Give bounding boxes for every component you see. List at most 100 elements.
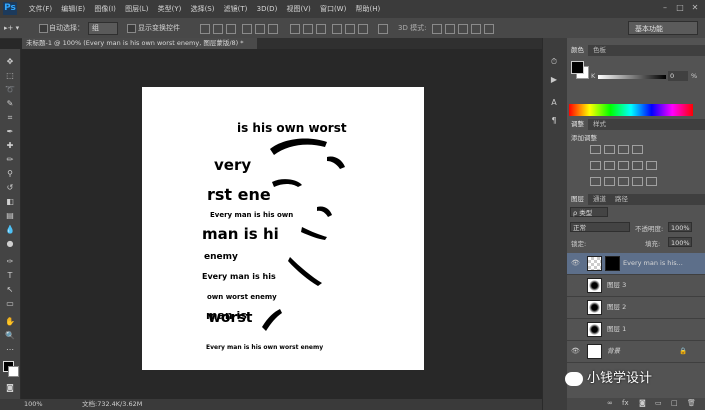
3d-slide-icon[interactable] (471, 24, 481, 34)
brightness-contrast-icon[interactable] (590, 145, 601, 154)
zoom-level[interactable]: 100% (24, 399, 43, 410)
curves-icon[interactable] (618, 145, 629, 154)
gradient-map-icon[interactable] (632, 177, 643, 186)
tab-channels[interactable]: 通道 (589, 194, 610, 205)
show-transform-checkbox[interactable] (127, 24, 136, 33)
distribute-right-icon[interactable] (358, 24, 368, 34)
maximize-icon[interactable]: □ (675, 3, 685, 13)
auto-select-checkbox[interactable] (39, 24, 48, 33)
layer-row[interactable]: · 图层 2 (567, 297, 705, 319)
layer-row[interactable]: · 图层 1 (567, 319, 705, 341)
layer-row[interactable]: 👁 Every man is his... (567, 253, 705, 275)
selective-color-icon[interactable] (646, 177, 657, 186)
menu-layer[interactable]: 图层(L) (120, 0, 153, 18)
brush-tool-icon[interactable]: ✏ (3, 153, 17, 166)
align-bottom-icon[interactable] (226, 24, 236, 34)
document-tab[interactable]: 未标题-1 @ 100% (Every man is his own worst… (22, 38, 257, 49)
clone-stamp-tool-icon[interactable]: ⚲ (3, 167, 17, 180)
shape-tool-icon[interactable]: ▭ (3, 297, 17, 310)
distribute-hcenter-icon[interactable] (345, 24, 355, 34)
tab-styles[interactable]: 样式 (589, 119, 610, 130)
zoom-tool-icon[interactable]: 🔍 (3, 329, 17, 342)
new-layer-icon[interactable]: □ (671, 399, 678, 407)
healing-brush-tool-icon[interactable]: ✚ (3, 139, 17, 152)
layer-row[interactable]: · 图层 3 (567, 275, 705, 297)
history-brush-tool-icon[interactable]: ↺ (3, 181, 17, 194)
photo-filter-icon[interactable] (646, 161, 657, 170)
color-balance-icon[interactable] (618, 161, 629, 170)
character-panel-icon[interactable]: A (547, 96, 561, 110)
move-tool-preset-icon[interactable]: ▸+ ▾ (4, 22, 19, 34)
type-tool-icon[interactable]: T (3, 269, 17, 282)
tab-paths[interactable]: 路径 (611, 194, 632, 205)
align-right-icon[interactable] (268, 24, 278, 34)
crop-tool-icon[interactable]: ⌗ (3, 111, 17, 124)
pen-tool-icon[interactable]: ✑ (3, 255, 17, 268)
visibility-eye-icon[interactable]: 👁 (571, 253, 580, 274)
add-mask-icon[interactable]: ◙ (639, 399, 646, 407)
document-canvas[interactable]: is his own worst very rst ene Every man … (142, 87, 424, 370)
edit-toolbar-icon[interactable]: ⋯ (3, 343, 17, 356)
k-channel-slider[interactable] (598, 75, 666, 79)
actions-panel-icon[interactable]: ▶ (547, 73, 561, 87)
vibrance-icon[interactable] (590, 161, 601, 170)
marquee-tool-icon[interactable]: ⬚ (3, 69, 17, 82)
3d-drag-icon[interactable] (458, 24, 468, 34)
auto-align-icon[interactable] (378, 24, 388, 34)
k-channel-value[interactable]: 0 (668, 71, 688, 81)
document-size-info[interactable]: 文档:732.4K/3.62M (82, 399, 142, 410)
fill-value[interactable]: 100% (668, 237, 692, 247)
visibility-off-icon[interactable]: · (571, 319, 579, 340)
layer-filter-kind[interactable]: ρ 类型 (570, 207, 608, 217)
layer-mask-thumbnail[interactable] (605, 256, 620, 271)
align-top-icon[interactable] (200, 24, 210, 34)
lasso-tool-icon[interactable]: ➰ (3, 83, 17, 96)
close-icon[interactable]: ✕ (690, 3, 700, 13)
quick-mask-icon[interactable]: ◙ (3, 381, 17, 394)
exposure-icon[interactable] (632, 145, 643, 154)
menu-help[interactable]: 帮助(H) (351, 0, 385, 18)
tab-adjustments[interactable]: 调整 (567, 119, 588, 130)
visibility-off-icon[interactable]: · (571, 275, 579, 296)
menu-type[interactable]: 类型(Y) (153, 0, 186, 18)
delete-layer-icon[interactable]: 🗑 (687, 399, 696, 407)
eraser-tool-icon[interactable]: ◧ (3, 195, 17, 208)
quick-select-tool-icon[interactable]: ✎ (3, 97, 17, 110)
black-white-icon[interactable] (632, 161, 643, 170)
distribute-top-icon[interactable] (290, 24, 300, 34)
menu-filter[interactable]: 滤镜(T) (219, 0, 252, 18)
menu-file[interactable]: 文件(F) (24, 0, 57, 18)
tab-swatches[interactable]: 色板 (589, 45, 610, 56)
menu-window[interactable]: 窗口(W) (315, 0, 351, 18)
opacity-value[interactable]: 100% (668, 222, 692, 232)
menu-select[interactable]: 选择(S) (186, 0, 219, 18)
tab-color[interactable]: 颜色 (567, 45, 588, 56)
dodge-tool-icon[interactable]: ● (3, 237, 17, 250)
link-layers-icon[interactable]: ∞ (607, 399, 613, 407)
3d-scale-icon[interactable] (484, 24, 494, 34)
align-vcenter-icon[interactable] (213, 24, 223, 34)
menu-3d[interactable]: 3D(D) (252, 0, 282, 18)
auto-select-dropdown[interactable]: 组 (88, 22, 118, 35)
posterize-icon[interactable] (604, 177, 615, 186)
threshold-icon[interactable] (618, 177, 629, 186)
gradient-tool-icon[interactable]: ▤ (3, 209, 17, 222)
paragraph-panel-icon[interactable]: ¶ (547, 114, 561, 128)
minimize-icon[interactable]: – (660, 3, 670, 13)
move-tool-icon[interactable]: ✥ (3, 55, 17, 68)
distribute-vcenter-icon[interactable] (303, 24, 313, 34)
visibility-eye-icon[interactable]: 👁 (571, 341, 580, 362)
align-hcenter-icon[interactable] (255, 24, 265, 34)
distribute-left-icon[interactable] (332, 24, 342, 34)
align-left-icon[interactable] (242, 24, 252, 34)
path-select-tool-icon[interactable]: ↖ (3, 283, 17, 296)
invert-icon[interactable] (590, 177, 601, 186)
foreground-color-chip[interactable] (571, 61, 584, 74)
menu-image[interactable]: 图像(I) (90, 0, 121, 18)
levels-icon[interactable] (604, 145, 615, 154)
history-panel-icon[interactable]: ⏱ (547, 55, 561, 69)
background-color-swatch[interactable] (8, 366, 19, 377)
workspace-switcher[interactable]: 基本功能 (628, 21, 698, 35)
3d-roll-icon[interactable] (445, 24, 455, 34)
distribute-bottom-icon[interactable] (316, 24, 326, 34)
